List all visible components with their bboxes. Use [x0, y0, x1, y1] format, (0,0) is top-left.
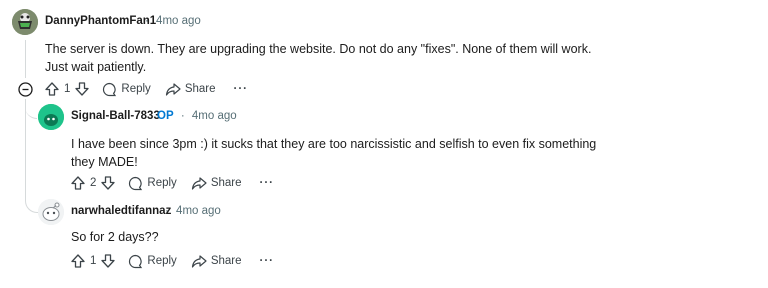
upvote-button[interactable]: [44, 81, 60, 97]
op-badge: OP: [157, 110, 174, 122]
downvote-icon: [101, 254, 116, 268]
reply-label: Reply: [121, 83, 151, 95]
comment-bubble-icon: [103, 82, 117, 96]
upvote-icon: [71, 176, 85, 190]
username[interactable]: DannyPhantomFan1: [45, 15, 156, 27]
timestamp[interactable]: 4mo ago: [192, 110, 237, 122]
upvote-icon: [45, 82, 59, 96]
reply-label: Reply: [147, 177, 177, 189]
snoo-avatar-icon: [38, 199, 64, 225]
share-icon: [165, 82, 181, 96]
vote-count: 1: [64, 83, 71, 95]
downvote-icon: [75, 82, 90, 96]
share-button[interactable]: Share: [165, 82, 216, 97]
thread-connector-2: [25, 190, 38, 213]
reply-button[interactable]: Reply: [128, 176, 177, 191]
separator-dot: ·: [165, 205, 169, 217]
snoo-avatar-icon: [38, 104, 64, 130]
avatar[interactable]: [38, 199, 64, 225]
avatar[interactable]: [38, 104, 64, 130]
downvote-button[interactable]: [74, 81, 90, 97]
share-icon: [191, 254, 207, 268]
avatar-image-icon: [12, 9, 38, 35]
more-options-button[interactable]: ···: [234, 83, 249, 95]
minus-circle-icon: [18, 82, 33, 97]
thread-line-main-lower: [25, 99, 26, 199]
separator-dot: ·: [180, 110, 185, 122]
action-bar: 1 Reply Share ···: [70, 251, 274, 271]
upvote-icon: [71, 254, 85, 268]
timestamp[interactable]: 4mo ago: [156, 15, 201, 27]
share-label: Share: [210, 255, 242, 267]
share-label: Share: [184, 83, 216, 95]
upvote-button[interactable]: [70, 175, 86, 191]
comment-meta: · 4mo ago: [145, 15, 201, 27]
action-bar: 2 Reply Share ···: [70, 173, 274, 193]
timestamp[interactable]: 4mo ago: [176, 205, 221, 217]
downvote-button[interactable]: [100, 253, 116, 269]
username[interactable]: Signal-Ball-7833: [71, 110, 160, 122]
vote-count: 1: [90, 255, 97, 267]
thread-connector-1: [25, 96, 37, 119]
share-button[interactable]: Share: [191, 254, 242, 269]
comment-bubble-icon: [129, 254, 143, 268]
comment-bubble-icon: [129, 176, 143, 190]
share-icon: [191, 176, 207, 190]
separator-dot: ·: [145, 15, 149, 27]
share-button[interactable]: Share: [191, 176, 242, 191]
comment-meta: OP · 4mo ago: [157, 110, 237, 122]
comment-body: The server is down. They are upgrading t…: [45, 42, 592, 74]
comment-body: So for 2 days??: [71, 230, 159, 244]
reply-button[interactable]: Reply: [102, 82, 151, 97]
downvote-icon: [101, 176, 116, 190]
action-bar: 1 Reply Share ···: [44, 79, 248, 99]
username[interactable]: narwhaledtifannaz: [71, 205, 171, 217]
reply-button[interactable]: Reply: [128, 254, 177, 269]
thread-line-main: [25, 40, 26, 78]
reply-label: Reply: [147, 255, 177, 267]
downvote-button[interactable]: [100, 175, 116, 191]
share-label: Share: [210, 177, 242, 189]
more-options-button[interactable]: ···: [260, 255, 275, 267]
avatar[interactable]: [12, 9, 38, 35]
collapse-thread-button[interactable]: [18, 82, 33, 97]
comment-meta: · 4mo ago: [165, 205, 221, 217]
more-options-button[interactable]: ···: [260, 177, 275, 189]
upvote-button[interactable]: [70, 253, 86, 269]
vote-count: 2: [90, 177, 97, 189]
comment-body: I have been since 3pm :) it sucks that t…: [71, 137, 597, 169]
